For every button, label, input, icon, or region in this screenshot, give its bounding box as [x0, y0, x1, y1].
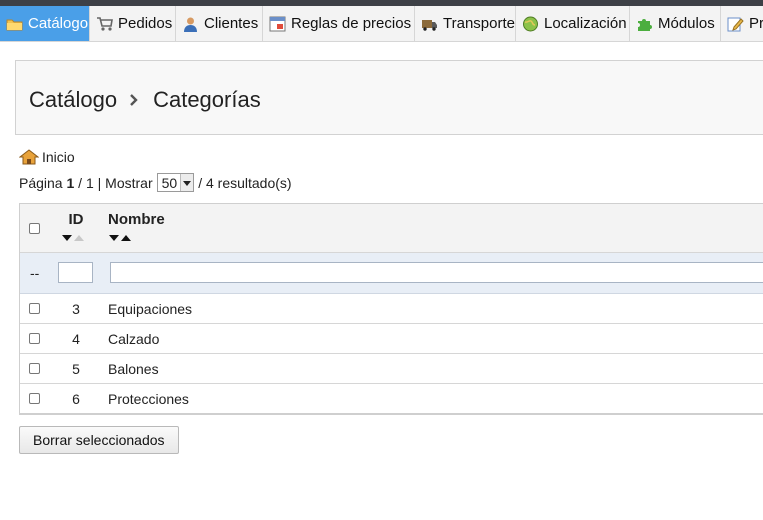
show-label: | Mostrar	[97, 174, 153, 191]
home-link[interactable]: Inicio	[19, 149, 75, 165]
user-icon	[182, 16, 199, 32]
cell-name: Protecciones	[108, 391, 189, 407]
edit-icon	[727, 16, 744, 32]
total-pages: / 1	[78, 174, 94, 191]
page-header: Catálogo Categorías	[15, 60, 763, 135]
select-all-checkbox[interactable]	[29, 223, 40, 234]
row-checkbox[interactable]	[29, 333, 40, 344]
tab-label: Transporte	[443, 15, 515, 32]
home-icon	[19, 149, 39, 165]
filter-row: --	[20, 253, 763, 294]
cell-name: Equipaciones	[108, 301, 193, 317]
cart-icon	[96, 16, 113, 32]
folder-icon	[6, 16, 23, 32]
tab-preferencias[interactable]: Pr	[721, 6, 763, 41]
tab-label: Catálogo	[28, 15, 89, 32]
cell-name: Balones	[108, 361, 159, 377]
price-rules-icon	[269, 16, 286, 32]
tab-reglas-precios[interactable]: Reglas de precios	[263, 6, 415, 41]
breadcrumb-root[interactable]: Catálogo	[29, 87, 117, 112]
cell-id: 5	[72, 361, 80, 377]
sort-desc-icon[interactable]	[62, 235, 72, 241]
cell-name: Calzado	[108, 331, 160, 347]
per-page-value: 50	[161, 174, 178, 191]
table-row[interactable]: 5 Balones	[20, 354, 763, 384]
pagination: Página 1 / 1 | Mostrar 50 / 4 resultado(…	[19, 173, 292, 192]
tab-localizacion[interactable]: Localización	[516, 6, 630, 41]
page-label: Página	[19, 174, 63, 191]
tab-catalogo[interactable]: Catálogo	[0, 6, 90, 41]
sort-asc-icon[interactable]	[74, 235, 84, 241]
table-row[interactable]: 4 Calzado	[20, 324, 763, 354]
results-count: / 4 resultado(s)	[198, 174, 292, 191]
row-checkbox[interactable]	[29, 363, 40, 374]
sort-asc-icon[interactable]	[121, 235, 131, 241]
tab-label: Pedidos	[118, 15, 173, 32]
delete-selected-button[interactable]: Borrar seleccionados	[19, 426, 179, 454]
tab-label: Clientes	[204, 15, 259, 32]
breadcrumb: Catálogo Categorías	[29, 87, 261, 113]
chevron-down-icon	[180, 174, 194, 191]
tab-pedidos[interactable]: Pedidos	[90, 6, 176, 41]
filter-dash: --	[30, 265, 40, 281]
sort-desc-icon[interactable]	[109, 235, 119, 241]
tab-transporte[interactable]: Transporte	[415, 6, 516, 41]
per-page-select[interactable]: 50	[156, 173, 195, 192]
cell-id: 4	[72, 331, 80, 347]
name-sort-controls	[109, 235, 131, 241]
breadcrumb-separator-icon	[129, 87, 139, 113]
table-header: ID Nombre	[20, 204, 763, 253]
row-checkbox[interactable]	[29, 393, 40, 404]
tab-modulos[interactable]: Módulos	[630, 6, 721, 41]
tab-label: Módulos	[658, 15, 715, 32]
column-header-name: Nombre	[108, 211, 165, 228]
main-nav-tabs: Catálogo Pedidos Clientes Reglas de prec…	[0, 6, 763, 42]
table-row[interactable]: 3 Equipaciones	[20, 294, 763, 324]
column-header-id: ID	[68, 211, 84, 228]
tab-label: Pr	[749, 15, 763, 32]
table-row[interactable]: 6 Protecciones	[20, 384, 763, 413]
puzzle-icon	[636, 16, 653, 32]
row-checkbox[interactable]	[29, 303, 40, 314]
categories-table: ID Nombre -- 3 Equipaciones 4 Calzado 5 …	[19, 203, 763, 415]
breadcrumb-current: Categorías	[153, 87, 261, 112]
cell-id: 6	[72, 391, 80, 407]
id-filter-input[interactable]	[58, 262, 93, 283]
id-sort-controls	[62, 235, 84, 241]
tab-clientes[interactable]: Clientes	[176, 6, 263, 41]
globe-icon	[522, 16, 539, 32]
home-link-label: Inicio	[42, 149, 75, 165]
name-filter-input[interactable]	[110, 262, 763, 283]
tab-label: Localización	[544, 15, 627, 32]
tab-label: Reglas de precios	[291, 15, 412, 32]
current-page: 1	[66, 174, 75, 191]
cell-id: 3	[72, 301, 80, 317]
truck-icon	[421, 16, 438, 32]
